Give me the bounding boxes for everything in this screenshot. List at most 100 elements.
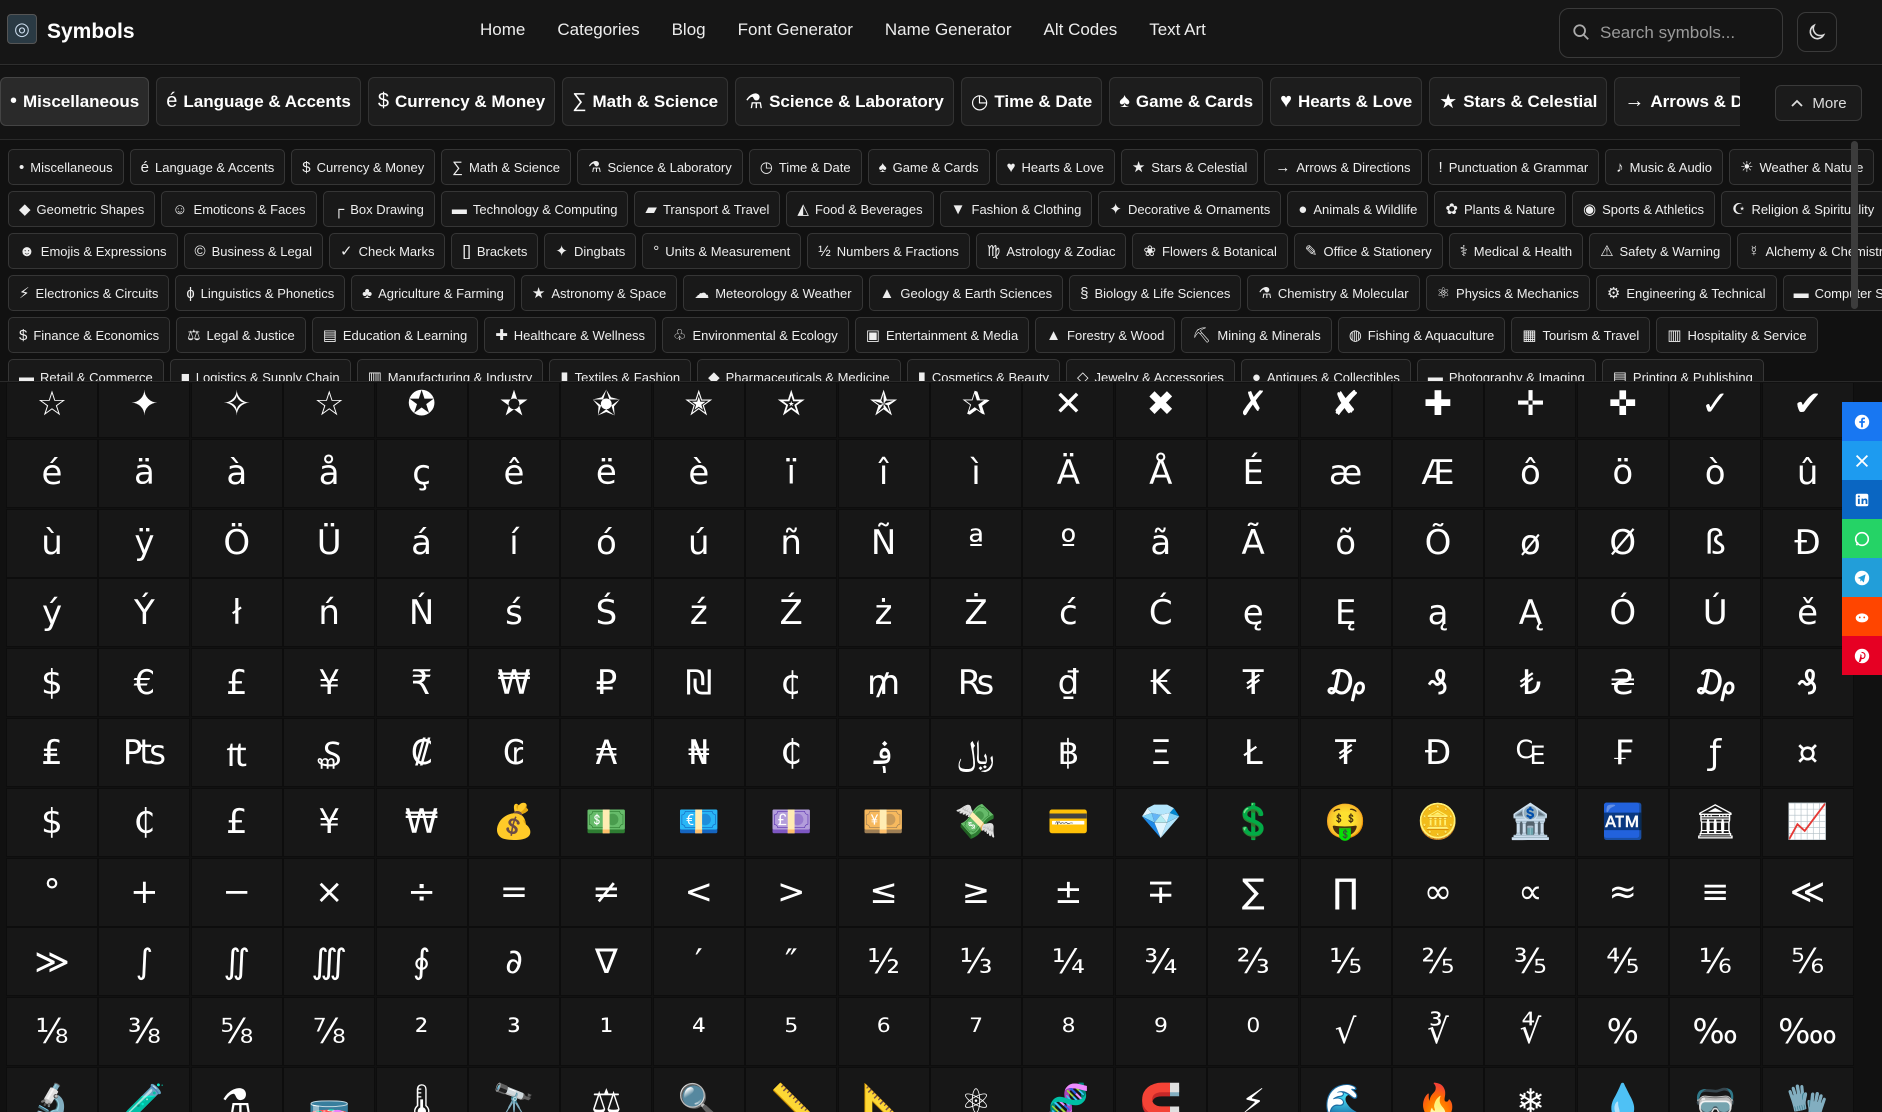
symbol-cell[interactable]: 🧲 xyxy=(1114,1067,1207,1112)
category-tag[interactable]: ▣ Entertainment & Media xyxy=(854,317,1030,353)
category-tag[interactable]: ♍ Astrology & Zodiac xyxy=(975,233,1127,269)
symbol-cell[interactable]: ₵ xyxy=(745,718,838,787)
share-reddit-button[interactable] xyxy=(1842,597,1882,636)
category-tag[interactable]: ° Units & Measurement xyxy=(642,233,802,269)
symbol-cell[interactable]: ✚ xyxy=(1392,383,1484,438)
symbol-cell[interactable]: ¾ xyxy=(1114,927,1207,997)
symbol-cell[interactable]: Õ xyxy=(1392,508,1484,578)
category-tag[interactable]: ☻ Emojis & Expressions xyxy=(8,233,178,269)
symbol-cell[interactable]: ∜ xyxy=(1484,997,1577,1067)
category-tag[interactable]: ! Punctuation & Grammar xyxy=(1427,149,1600,185)
symbol-cell[interactable]: ⁴ xyxy=(652,997,745,1067)
category-tag[interactable]: ■ Logistics & Supply Chain xyxy=(169,359,351,381)
category-tag[interactable]: ✦ Decorative & Ornaments xyxy=(1098,191,1282,227)
symbol-cell[interactable]: ₽ xyxy=(560,648,653,718)
symbol-cell[interactable]: ⅜ xyxy=(98,997,191,1067)
symbol-cell[interactable]: Ś xyxy=(560,578,653,648)
symbol-cell[interactable]: É xyxy=(1207,438,1300,508)
symbol-cell[interactable]: Æ xyxy=(1392,438,1484,508)
symbol-cell[interactable]: ß xyxy=(1669,508,1762,578)
symbol-cell[interactable]: ó xyxy=(560,508,653,578)
symbol-cell[interactable]: î xyxy=(837,438,930,508)
category-tag[interactable]: ⚛ Physics & Mechanics xyxy=(1425,275,1590,311)
symbol-cell[interactable]: − xyxy=(190,857,283,927)
nav-alt-codes[interactable]: Alt Codes xyxy=(1044,20,1118,40)
symbol-cell[interactable]: ⁹ xyxy=(1114,997,1207,1067)
symbol-cell[interactable]: ê xyxy=(468,438,560,508)
symbol-cell[interactable]: å xyxy=(283,438,376,508)
symbol-cell[interactable]: ⅞ xyxy=(283,997,376,1067)
category-tag[interactable]: ✚ Healthcare & Wellness xyxy=(484,317,657,353)
symbol-cell[interactable]: õ xyxy=(1299,508,1392,578)
symbol-cell[interactable]: ∛ xyxy=(1392,997,1484,1067)
symbol-cell[interactable]: ń xyxy=(283,578,376,648)
category-tag[interactable]: ◭ Food & Beverages xyxy=(786,191,934,227)
symbol-cell[interactable]: ₶ xyxy=(190,718,283,787)
category-tag[interactable]: ● Animals & Wildlife xyxy=(1287,191,1429,227)
symbol-cell[interactable]: ö xyxy=(1576,438,1669,508)
category-tag[interactable]: ▦ Tourism & Travel xyxy=(1511,317,1651,353)
symbol-cell[interactable]: Ć xyxy=(1114,578,1207,648)
symbol-cell[interactable]: ⚡ xyxy=(1207,1067,1300,1112)
symbol-cell[interactable]: ∮ xyxy=(375,927,468,997)
symbol-cell[interactable]: ₹ xyxy=(375,648,468,718)
symbol-cell[interactable]: ∫ xyxy=(98,927,191,997)
symbol-cell[interactable]: £ xyxy=(190,787,283,857)
category-tag[interactable]: • Miscellaneous xyxy=(8,149,124,185)
symbol-cell[interactable]: ✕ xyxy=(1022,383,1115,438)
symbol-cell[interactable]: ą xyxy=(1392,578,1484,648)
category-tag[interactable]: ✓ Check Marks xyxy=(329,233,446,269)
symbol-cell[interactable]: 🪙 xyxy=(1392,787,1484,857)
symbol-cell[interactable]: 🏛 xyxy=(1669,787,1762,857)
symbol-cell[interactable]: ₪ xyxy=(652,648,745,718)
category-button[interactable]: ◷ Time & Date xyxy=(960,77,1103,126)
symbol-cell[interactable]: º xyxy=(1022,508,1115,578)
category-tag[interactable]: ▮ Textiles & Fashion xyxy=(549,359,692,381)
symbol-cell[interactable]: û xyxy=(1761,438,1854,508)
symbol-cell[interactable]: ⅕ xyxy=(1299,927,1392,997)
symbol-cell[interactable]: ú xyxy=(652,508,745,578)
symbol-cell[interactable]: ý xyxy=(6,578,98,648)
symbol-cell[interactable]: £ xyxy=(190,648,283,718)
category-tag[interactable]: ✦ Dingbats xyxy=(544,233,637,269)
symbol-cell[interactable]: € xyxy=(98,648,191,718)
symbol-cell[interactable]: æ xyxy=(1299,438,1392,508)
nav-home[interactable]: Home xyxy=(480,20,525,40)
symbol-cell[interactable]: ≥ xyxy=(930,857,1022,927)
symbol-cell[interactable]: 🧬 xyxy=(1022,1067,1115,1112)
symbol-cell[interactable]: Ý xyxy=(98,578,191,648)
category-tag[interactable]: ▮ Cosmetics & Beauty xyxy=(906,359,1060,381)
category-tag[interactable]: ◆ Geometric Shapes xyxy=(8,191,156,227)
symbol-cell[interactable]: ƒ xyxy=(1669,718,1762,787)
symbol-cell[interactable]: ½ xyxy=(837,927,930,997)
nav-text-art[interactable]: Text Art xyxy=(1149,20,1206,40)
category-button[interactable]: ★ Stars & Celestial xyxy=(1429,77,1608,126)
symbol-cell[interactable]: ⅚ xyxy=(1761,927,1854,997)
symbol-cell[interactable]: ❄ xyxy=(1484,1067,1577,1112)
category-tag[interactable]: ½ Numbers & Fractions xyxy=(807,233,970,269)
symbol-cell[interactable]: ¤ xyxy=(1761,718,1854,787)
category-tag[interactable]: ◆ Pharmaceuticals & Medicine xyxy=(697,359,901,381)
symbol-cell[interactable]: ✦ xyxy=(98,383,191,438)
category-tag[interactable]: ♠ Game & Cards xyxy=(867,149,990,185)
category-tag[interactable]: ♣ Agriculture & Farming xyxy=(351,275,515,311)
category-tag[interactable]: ⚗ Chemistry & Molecular xyxy=(1247,275,1420,311)
symbol-cell[interactable]: Ú xyxy=(1669,578,1762,648)
symbol-cell[interactable]: 💶 xyxy=(652,787,745,857)
symbol-cell[interactable]: ✖ xyxy=(1114,383,1207,438)
symbol-cell[interactable]: ñ xyxy=(745,508,838,578)
symbol-cell[interactable]: ò xyxy=(1669,438,1762,508)
symbol-cell[interactable]: ⁸ xyxy=(1022,997,1115,1067)
symbol-cell[interactable]: ′ xyxy=(652,927,745,997)
symbol-cell[interactable]: ₡ xyxy=(375,718,468,787)
symbol-cell[interactable]: 🔬 xyxy=(6,1067,98,1112)
symbol-cell[interactable]: 🧪 xyxy=(98,1067,191,1112)
category-tag[interactable]: ⚡ Electronics & Circuits xyxy=(8,275,170,311)
category-tag[interactable]: ⚙ Engineering & Technical xyxy=(1595,275,1777,311)
category-button[interactable]: • Miscellaneous xyxy=(0,77,150,126)
symbol-cell[interactable]: ✮ xyxy=(745,383,838,438)
symbol-cell[interactable]: ï xyxy=(745,438,838,508)
symbol-cell[interactable]: ± xyxy=(1022,857,1115,927)
symbol-cell[interactable]: á xyxy=(375,508,468,578)
symbol-cell[interactable]: ≡ xyxy=(1669,857,1762,927)
